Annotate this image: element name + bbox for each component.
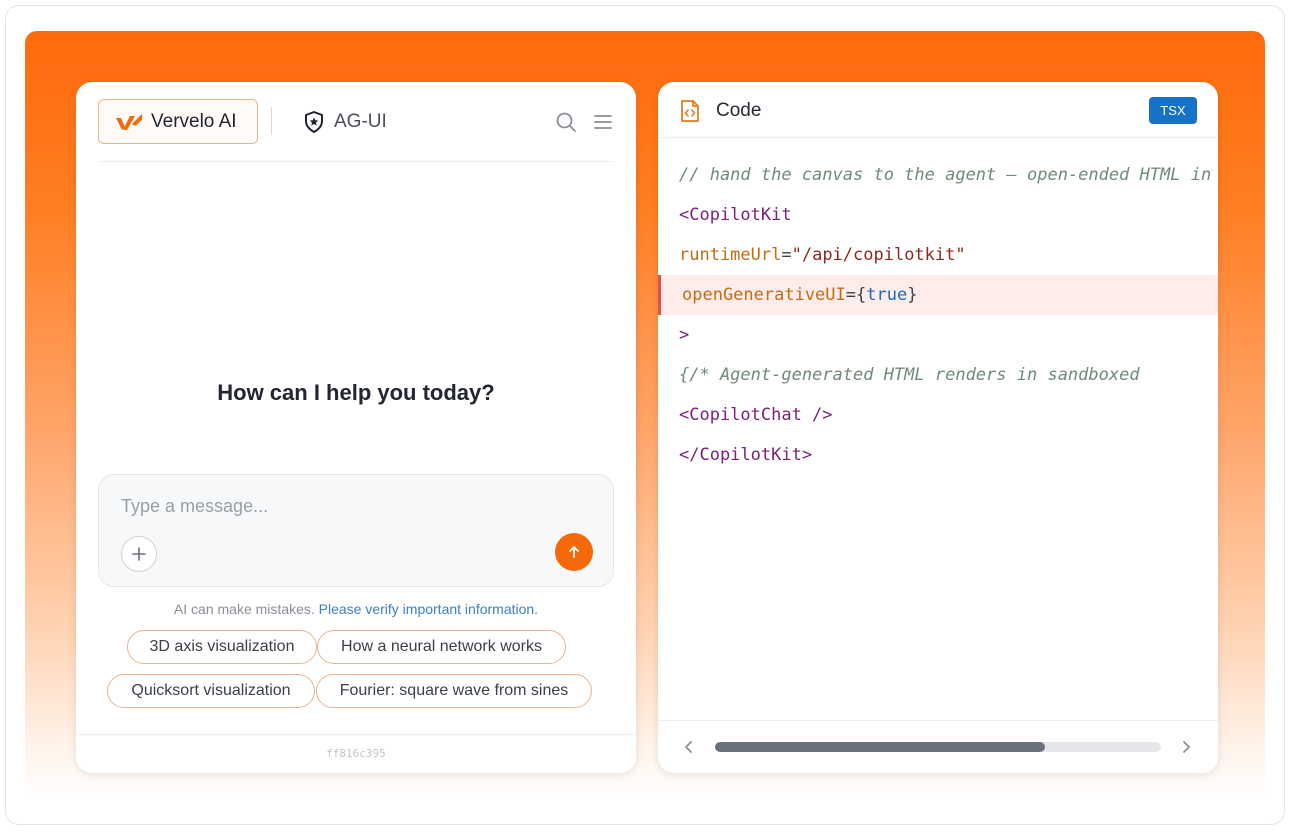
code-token: {/* Agent-generated HTML renders in sand… <box>679 365 1140 385</box>
suggestion-chip[interactable]: How a neural network works <box>317 630 566 664</box>
language-badge: TSX <box>1149 97 1197 124</box>
header-divider <box>271 107 272 135</box>
suggestion-chip[interactable]: Fourier: square wave from sines <box>316 674 592 708</box>
disclaimer: AI can make mistakes. Please verify impo… <box>76 601 636 617</box>
code-line: // hand the canvas to the agent – open-e… <box>658 155 1218 195</box>
code-token: true <box>866 285 908 305</box>
build-hash: ff816c395 <box>326 747 386 760</box>
shield-star-icon[interactable] <box>303 110 325 134</box>
code-token: </CopilotKit> <box>679 445 813 465</box>
code-line: openGenerativeUI={true} <box>658 275 1218 315</box>
add-attachment-button[interactable] <box>121 536 157 572</box>
code-token: <CopilotChat /> <box>679 405 833 425</box>
code-token: = <box>781 245 792 265</box>
search-icon[interactable] <box>555 111 577 133</box>
code-title: Code <box>716 100 762 121</box>
file-code-icon <box>681 100 699 122</box>
suggestion-chip[interactable]: 3D axis visualization <box>127 630 317 664</box>
code-editor[interactable]: // hand the canvas to the agent – open-e… <box>658 155 1218 725</box>
code-token: > <box>679 325 690 345</box>
vervelo-logo-icon <box>116 114 142 130</box>
code-token: "/api/copilotkit" <box>791 245 966 265</box>
send-button[interactable] <box>555 533 593 571</box>
code-line: <CopilotKit <box>658 195 1218 235</box>
code-line: runtimeUrl="/api/copilotkit" <box>658 235 1218 275</box>
suggestion-chip[interactable]: Quicksort visualization <box>107 674 315 708</box>
code-panel: Code TSX // hand the canvas to the agent… <box>658 82 1218 773</box>
chat-footer: ff816c395 <box>76 734 636 773</box>
chevron-right-icon[interactable] <box>1179 739 1193 755</box>
chevron-left-icon[interactable] <box>682 739 696 755</box>
code-scrollbar <box>658 720 1218 773</box>
disclaimer-text: AI can make mistakes. <box>173 601 315 617</box>
message-input[interactable] <box>121 493 581 519</box>
code-token: ={ <box>845 285 867 305</box>
arrow-up-icon <box>569 546 579 558</box>
code-line: {/* Agent-generated HTML renders in sand… <box>658 355 1218 395</box>
code-line: > <box>658 315 1218 355</box>
code-token: } <box>907 285 918 305</box>
welcome-heading: How can I help you today? <box>217 380 495 405</box>
code-line: </CopilotKit> <box>658 435 1218 475</box>
message-composer <box>98 474 614 587</box>
agui-tab-label[interactable]: AG-UI <box>334 111 387 133</box>
chat-header: Vervelo AI AG-UI <box>98 82 614 162</box>
verify-info-link[interactable]: Please verify important information. <box>319 601 538 617</box>
scroll-thumb[interactable] <box>715 742 1046 752</box>
code-header: Code TSX <box>658 82 1218 138</box>
code-token: runtimeUrl <box>679 245 782 265</box>
code-token: openGenerativeUI <box>682 285 846 305</box>
brand-button[interactable]: Vervelo AI <box>98 99 258 144</box>
menu-icon[interactable] <box>592 111 614 133</box>
scroll-track[interactable] <box>715 742 1161 752</box>
plus-icon <box>132 547 146 561</box>
chat-panel: Vervelo AI AG-UI How can I help you toda… <box>76 82 636 773</box>
brand-name: Vervelo AI <box>151 111 237 132</box>
code-line: <CopilotChat /> <box>658 395 1218 435</box>
code-token: <CopilotKit <box>679 205 792 225</box>
code-token: // hand the canvas to the agent – open-e… <box>679 165 1212 185</box>
